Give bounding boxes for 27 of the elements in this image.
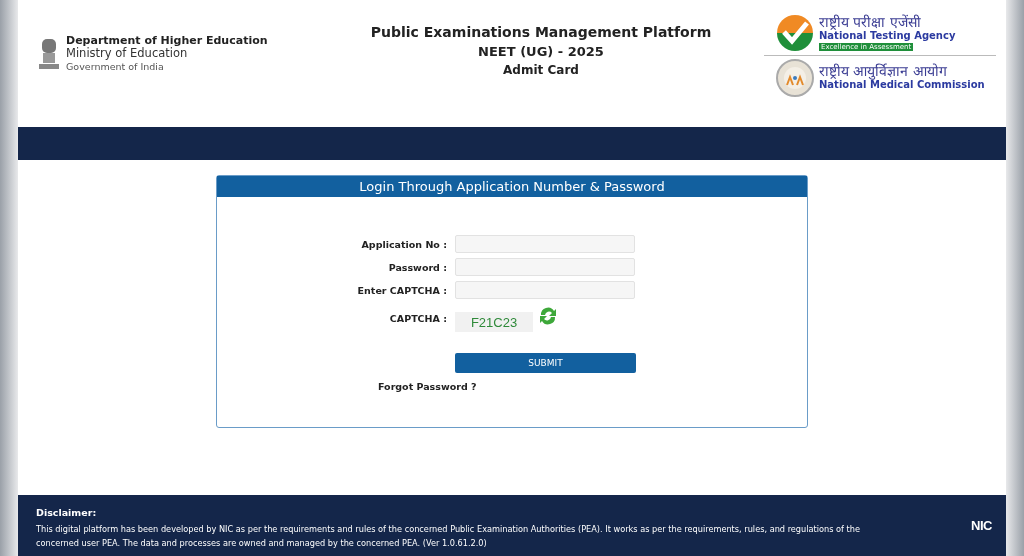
nic-logo: NIC [971, 518, 992, 533]
input-field[interactable] [455, 281, 635, 299]
input-field[interactable] [455, 235, 635, 253]
platform-title: Public Examinations Management Platform [370, 24, 712, 40]
field-label: Password : [387, 261, 447, 273]
forgot-password-link[interactable]: Forgot Password ? [378, 381, 477, 392]
agency-name: National Medical Commission [819, 79, 985, 92]
field-label: Enter CAPTCHA : [356, 284, 447, 296]
disclaimer-heading: Disclaimer: [36, 507, 97, 518]
field-label: Application No : [360, 238, 447, 250]
panel-title: Login Through Application Number & Password [217, 176, 807, 197]
checkmark-logo-icon [776, 14, 814, 52]
ministry-name: Ministry of Education [66, 47, 188, 60]
department-name: Department of Higher Education [66, 34, 268, 47]
input-field[interactable] [455, 258, 635, 276]
agency-hindi-name: राष्ट्रीय परीक्षा एजेंसी [819, 15, 922, 29]
exam-title: NEET (UG) - 2025 [478, 44, 604, 59]
page-title: Admit Card [503, 63, 579, 77]
agency-name: National Testing Agency [819, 30, 956, 43]
captcha-image: F21C23 [455, 312, 533, 332]
emblem-icon [38, 36, 60, 71]
field-label: CAPTCHA : [388, 312, 447, 324]
government-name: Government of India [66, 60, 165, 73]
submit-button[interactable]: SUBMIT [455, 353, 636, 373]
disclaimer-text: This digital platform has been developed by NIC as per the requirements and rules of the concerned Public Examination Authorities (PEA). It works as per the requirements, rules, and regulations of the concerned user PEA. The data and processes are owned and managed by the concerned PEA. (Ver 1.0.61.2.0) [36, 523, 862, 550]
seal-logo-icon [776, 59, 814, 97]
refresh-icon[interactable] [537, 305, 559, 327]
